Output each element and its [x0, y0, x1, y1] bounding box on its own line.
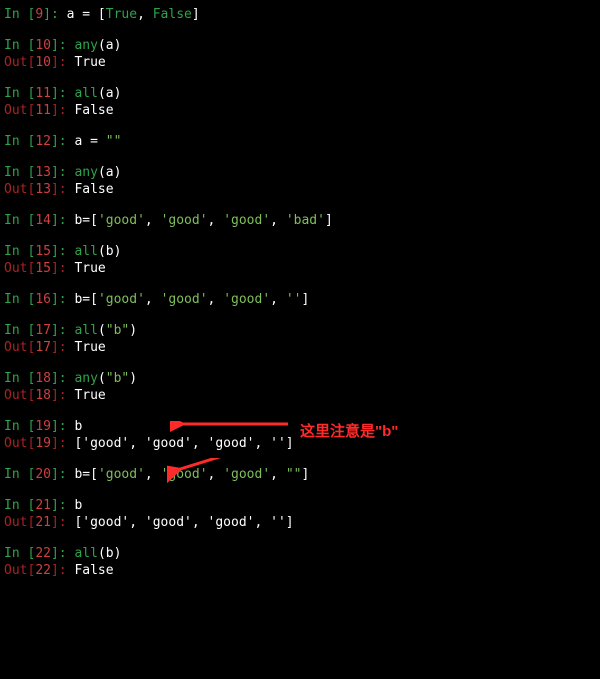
cell-22: In [22]: all(b) Out[22]: False — [4, 545, 596, 579]
cell-18: In [18]: any("b") Out[18]: True — [4, 370, 596, 404]
cell-17: In [17]: all("b") Out[17]: True — [4, 322, 596, 356]
ipython-session: In [9]: a = [True, False] In [10]: any(a)… — [4, 6, 596, 579]
cell-9: In [9]: a = [True, False] — [4, 6, 596, 23]
cell-13: In [13]: any(a) Out[13]: False — [4, 164, 596, 198]
cell-20: In [20]: b=['good', 'good', 'good', ""] — [4, 466, 596, 483]
cell-16: In [16]: b=['good', 'good', 'good', ''] — [4, 291, 596, 308]
cell-14: In [14]: b=['good', 'good', 'good', 'bad… — [4, 212, 596, 229]
cell-11: In [11]: all(a) Out[11]: False — [4, 85, 596, 119]
cell-10: In [10]: any(a) Out[10]: True — [4, 37, 596, 71]
cell-12: In [12]: a = "" — [4, 133, 596, 150]
cell-15: In [15]: all(b) Out[15]: True — [4, 243, 596, 277]
cell-21: In [21]: b Out[21]: ['good', 'good', 'go… — [4, 497, 596, 531]
annotation-text: 这里注意是"b" — [300, 420, 398, 441]
